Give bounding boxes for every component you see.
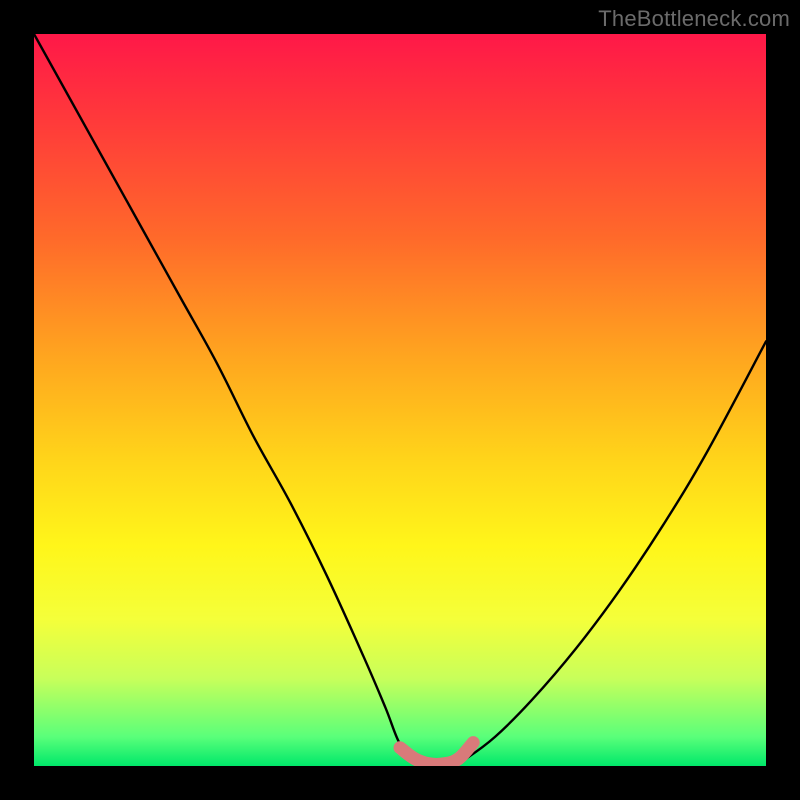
watermark-text: TheBottleneck.com <box>598 6 790 32</box>
highlight-band <box>400 743 473 765</box>
plot-area <box>34 34 766 766</box>
curve-layer <box>34 34 766 766</box>
chart-frame: TheBottleneck.com <box>0 0 800 800</box>
bottleneck-curve <box>34 34 766 766</box>
